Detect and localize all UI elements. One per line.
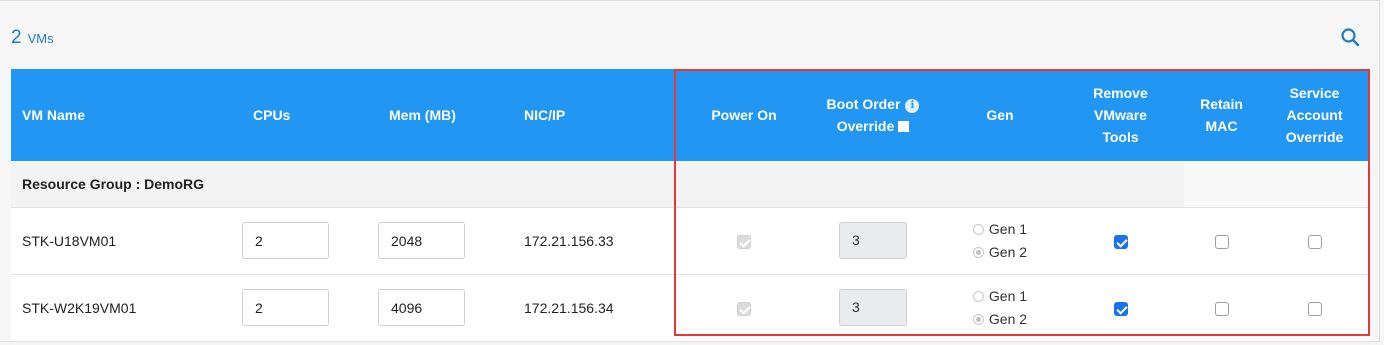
nic-ip: 172.21.156.34: [513, 274, 685, 342]
service-account-override-checkbox[interactable]: [1307, 234, 1322, 249]
col-vm-name[interactable]: VM Name: [11, 69, 242, 161]
gen2-radio: [972, 246, 984, 258]
service-account-override-checkbox[interactable]: [1307, 301, 1322, 316]
col-cpus[interactable]: CPUs: [242, 69, 378, 161]
power-on-checkbox: [737, 301, 751, 316]
cpus-input[interactable]: [242, 289, 329, 326]
cpus-input[interactable]: [242, 222, 329, 259]
nic-ip: 172.21.156.33: [513, 207, 685, 275]
col-power-on[interactable]: Power On: [685, 69, 803, 161]
gen2-radio: [972, 313, 984, 325]
table-row: STK-U18VM01 172.21.156.33 3 Gen 1 Gen 2: [11, 207, 1370, 275]
retain-mac-checkbox[interactable]: [1214, 301, 1229, 316]
table-header-row: VM Name CPUs Mem (MB) NIC/IP Power On Bo…: [11, 69, 1370, 161]
col-gen[interactable]: Gen: [943, 69, 1057, 161]
resource-group-row: Resource Group : DemoRG: [11, 161, 1370, 208]
mem-input[interactable]: [378, 222, 465, 259]
vm-table: VM Name CPUs Mem (MB) NIC/IP Power On Bo…: [11, 69, 1370, 342]
gen1-radio: [972, 290, 984, 302]
vm-name: STK-U18VM01: [11, 207, 242, 275]
gen2-option: Gen 2: [972, 244, 1027, 260]
vm-count-number: 2: [11, 27, 22, 48]
col-retain-mac[interactable]: Retain MAC: [1184, 69, 1259, 161]
gen2-option: Gen 2: [972, 311, 1027, 327]
gen1-radio: [972, 223, 984, 235]
boot-order-input: 3: [839, 289, 907, 326]
power-on-checkbox: [737, 234, 751, 249]
remove-vmware-tools-checkbox[interactable]: [1113, 234, 1128, 249]
table-row: STK-W2K19VM01 172.21.156.34 3 Gen 1 Gen …: [11, 274, 1370, 342]
gen1-option: Gen 1: [972, 288, 1027, 304]
remove-vmware-tools-checkbox[interactable]: [1113, 301, 1128, 316]
mem-input[interactable]: [378, 289, 465, 326]
search-icon[interactable]: [1340, 27, 1360, 47]
col-remove-vmware-tools[interactable]: Remove VMware Tools: [1057, 69, 1184, 161]
boot-order-override-checkbox[interactable]: [898, 121, 910, 132]
col-boot-order-override: Boot Order i Override: [803, 69, 943, 161]
vm-count-unit: VMs: [27, 31, 54, 46]
gen1-option: Gen 1: [972, 221, 1027, 237]
col-mem[interactable]: Mem (MB): [378, 69, 513, 161]
gen-radio-group: Gen 1 Gen 2: [972, 218, 1027, 264]
vm-list-panel: 2 VMs VM Name CPUs Mem (MB) NIC/IP Power: [0, 0, 1380, 342]
col-service-account-override[interactable]: Service Account Override: [1259, 69, 1370, 161]
col-nic-ip[interactable]: NIC/IP: [513, 69, 685, 161]
vm-count: 2 VMs: [11, 27, 54, 49]
boot-order-input: 3: [839, 222, 907, 259]
info-icon[interactable]: i: [905, 99, 920, 113]
gen-radio-group: Gen 1 Gen 2: [972, 285, 1027, 331]
resource-group-label: Resource Group : DemoRG: [11, 161, 685, 208]
vm-name: STK-W2K19VM01: [11, 274, 242, 342]
retain-mac-checkbox[interactable]: [1214, 234, 1229, 249]
